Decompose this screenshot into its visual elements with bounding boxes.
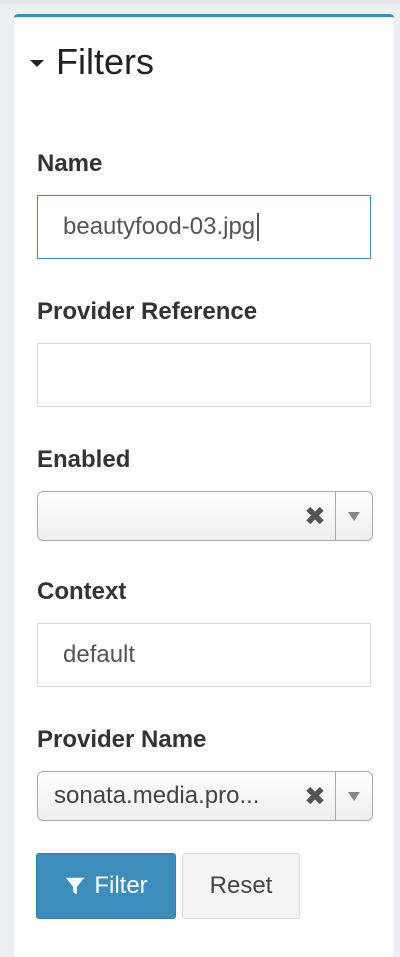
filters-panel: Filters Name beautyfood-03.jpg Provider … bbox=[14, 14, 394, 957]
provider-reference-label: Provider Reference bbox=[37, 298, 258, 325]
chevron-down-icon bbox=[348, 511, 360, 521]
filter-button-label: Filter bbox=[94, 872, 148, 899]
provider-name-select[interactable]: sonata.media.pro... ✖ bbox=[37, 771, 373, 821]
name-input[interactable]: beautyfood-03.jpg bbox=[37, 195, 371, 259]
context-input-value: default bbox=[63, 641, 136, 668]
top-divider bbox=[0, 0, 400, 4]
filters-header[interactable]: Filters bbox=[30, 40, 154, 84]
provider-name-select-value: sonata.media.pro... bbox=[54, 782, 260, 809]
filters-title: Filters bbox=[56, 41, 154, 82]
provider-name-dropdown-toggle[interactable] bbox=[335, 772, 372, 820]
provider-name-label: Provider Name bbox=[37, 726, 207, 753]
reset-button[interactable]: Reset bbox=[182, 853, 300, 919]
filter-button[interactable]: Filter bbox=[36, 853, 176, 919]
caret-down-icon[interactable] bbox=[30, 59, 44, 67]
text-cursor bbox=[257, 213, 260, 241]
enabled-label: Enabled bbox=[37, 446, 131, 473]
enabled-dropdown-toggle[interactable] bbox=[335, 492, 372, 540]
context-label: Context bbox=[37, 578, 127, 605]
provider-reference-input[interactable] bbox=[37, 343, 371, 407]
close-icon[interactable]: ✖ bbox=[295, 781, 335, 812]
context-input[interactable]: default bbox=[37, 623, 371, 687]
reset-button-label: Reset bbox=[209, 872, 273, 899]
chevron-down-icon bbox=[348, 791, 360, 801]
filter-funnel-icon bbox=[66, 877, 85, 895]
close-icon[interactable]: ✖ bbox=[295, 501, 335, 532]
name-label: Name bbox=[37, 150, 103, 177]
name-input-value: beautyfood-03.jpg bbox=[63, 213, 256, 240]
enabled-select[interactable]: ✖ bbox=[37, 491, 373, 541]
